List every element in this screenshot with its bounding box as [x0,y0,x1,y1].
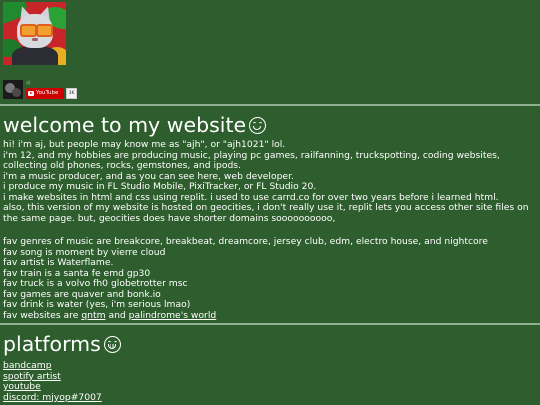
platforms-heading: platforms [3,332,121,356]
smiling-face-icon [249,117,267,134]
palindromes-world-link[interactable]: palindrome's world [129,310,217,321]
fav-line: fav truck is a volvo fh0 globetrotter ms… [3,278,188,289]
intro-line: i produce my music in FL Studio Mobile, … [3,181,317,192]
intro-text: hi! i'm aj, but people may know me as "a… [3,139,537,224]
favorites-list: fav genres of music are breakcore, break… [3,236,537,322]
youtube-subscribe-button[interactable]: YouTube [26,88,64,99]
welcome-heading-text: welcome to my website [3,113,247,137]
youtube-button-label: YouTube [36,90,59,96]
platform-links: bandcamp spotify artist youtube discord:… [3,360,102,404]
cat-nose [32,38,38,41]
fav-line: fav artist is Waterflame. [3,257,114,268]
fav-line: fav genres of music are breakcore, break… [3,236,488,247]
fav-websites-joiner: and [108,309,126,321]
platforms-heading-text: platforms [3,332,101,356]
profile-avatar [3,2,66,65]
divider [0,104,540,106]
thumbnail-shape [12,88,21,97]
subscriber-count: 3K [66,88,77,99]
divider [0,323,540,325]
intro-line: hi! i'm aj, but people may know me as "a… [3,139,286,150]
page: aj YouTube 3K welcome to my website hi! … [0,0,540,405]
grinning-face-icon [103,336,121,353]
channel-name[interactable]: aj [26,80,30,86]
intro-line: also, this version of my website is host… [3,202,529,224]
intro-line: i'm 12, and my hobbies are producing mus… [3,149,500,171]
cat-body [12,46,58,65]
fav-websites-prefix: fav websites are [3,309,79,321]
youtube-icon [28,91,34,96]
welcome-heading: welcome to my website [3,113,267,137]
channel-thumbnail[interactable] [3,80,23,99]
youtube-link[interactable]: youtube [3,381,102,393]
fav-websites-line: fav websites are qntm and palindrome's w… [3,309,537,322]
bandcamp-link[interactable]: bandcamp [3,360,102,372]
discord-link[interactable]: discord: mjyop#7007 [3,392,102,404]
sunglasses-lens [20,24,37,37]
qntm-link[interactable]: qntm [81,310,105,321]
sunglasses-lens [36,24,53,37]
